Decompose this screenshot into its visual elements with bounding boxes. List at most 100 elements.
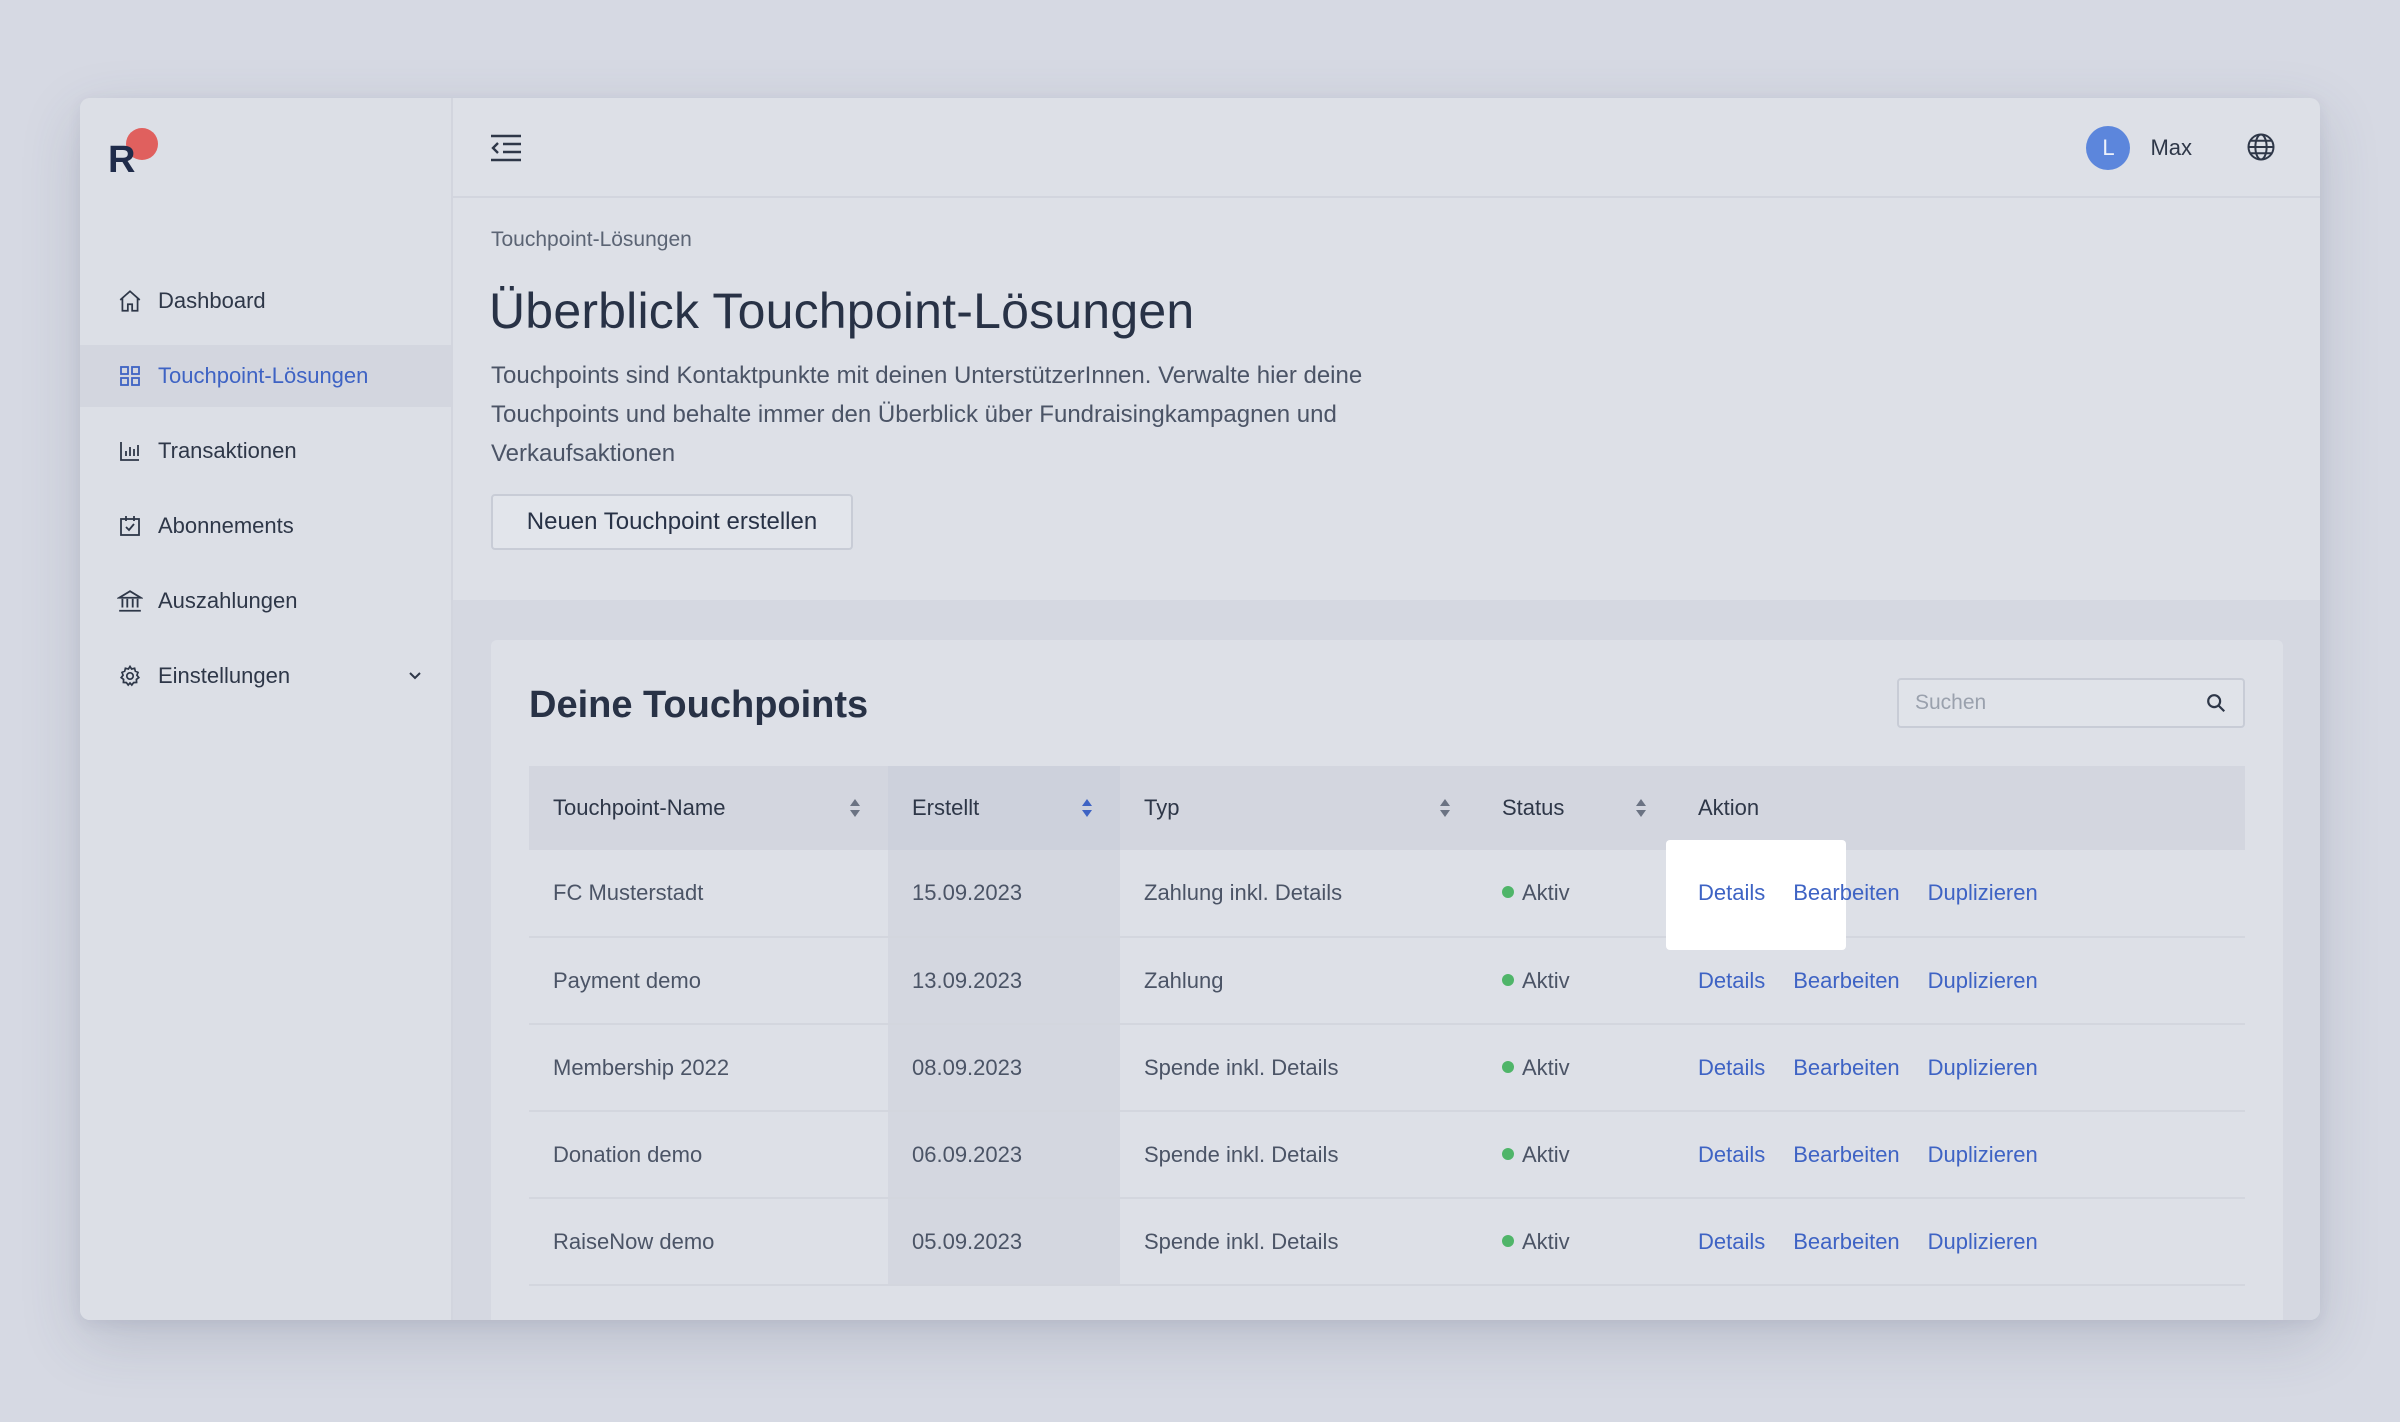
sort-icon[interactable] xyxy=(1438,796,1452,820)
cell-created: 06.09.2023 xyxy=(888,1111,1120,1199)
app-window: R Dashboard Touchpoint-Lösungen Transakt… xyxy=(80,98,2320,1320)
logo-letter: R xyxy=(108,139,135,178)
sidebar: R Dashboard Touchpoint-Lösungen Transakt… xyxy=(80,98,453,1320)
cell-name: RaiseNow demo xyxy=(529,1198,888,1286)
edit-link[interactable]: Bearbeiten xyxy=(1793,1142,1899,1167)
username[interactable]: Max xyxy=(2150,135,2192,161)
cell-created: 13.09.2023 xyxy=(888,937,1120,1025)
cell-actions: Details Bearbeiten Duplizieren xyxy=(1674,1024,2245,1112)
table-row: Donation demo 06.09.2023 Spende inkl. De… xyxy=(529,1111,2245,1199)
status-dot-icon xyxy=(1502,1147,1514,1160)
edit-link[interactable]: Bearbeiten xyxy=(1793,880,1899,905)
cell-status: Aktiv xyxy=(1478,937,1674,1025)
main-area: L Max Touchpoint-Lösungen Überblick Touc… xyxy=(453,98,2320,1320)
breadcrumb[interactable]: Touchpoint-Lösungen xyxy=(491,228,692,252)
touchpoints-table: Touchpoint-Name Erstellt Typ Status Akti… xyxy=(529,766,2245,1286)
details-link[interactable]: Details xyxy=(1698,1055,1765,1080)
sidebar-item-transaktionen[interactable]: Transaktionen xyxy=(80,420,451,482)
cell-name: Membership 2022 xyxy=(529,1024,888,1112)
cell-type: Zahlung xyxy=(1120,937,1478,1025)
table-row: RaiseNow demo 05.09.2023 Spende inkl. De… xyxy=(529,1198,2245,1286)
sidebar-item-label: Dashboard xyxy=(158,288,266,313)
create-touchpoint-button[interactable]: Neuen Touchpoint erstellen xyxy=(491,494,853,550)
search-icon[interactable] xyxy=(2205,692,2227,714)
sidebar-item-einstellungen[interactable]: Einstellungen xyxy=(80,645,451,707)
sort-icon[interactable] xyxy=(848,796,862,820)
cell-status: Aktiv xyxy=(1478,1111,1674,1199)
duplicate-link[interactable]: Duplizieren xyxy=(1928,1142,2038,1167)
cell-type: Spende inkl. Details xyxy=(1120,1111,1478,1199)
sidebar-item-label: Abonnements xyxy=(158,513,294,538)
grid-icon xyxy=(116,362,144,390)
sidebar-item-label: Auszahlungen xyxy=(158,588,298,613)
touchpoints-card: Deine Touchpoints Touchpoint-Name Erstel… xyxy=(491,640,2283,1320)
page-title: Überblick Touchpoint-Lösungen xyxy=(489,283,1195,339)
details-link[interactable]: Details xyxy=(1698,1142,1765,1167)
status-dot-icon xyxy=(1502,886,1514,899)
column-header-aktion: Aktion xyxy=(1698,795,1760,820)
cell-created: 05.09.2023 xyxy=(888,1198,1120,1286)
table-row: Payment demo 13.09.2023 Zahlung Aktiv De… xyxy=(529,937,2245,1025)
column-header-name[interactable]: Touchpoint-Name xyxy=(529,766,888,850)
sidebar-item-label: Transaktionen xyxy=(158,438,297,463)
column-header-status[interactable]: Status xyxy=(1478,766,1674,850)
cell-type: Spende inkl. Details xyxy=(1120,1024,1478,1112)
collapse-menu-icon[interactable] xyxy=(489,132,523,164)
cell-name: Payment demo xyxy=(529,937,888,1025)
calendar-check-icon xyxy=(116,512,144,540)
sidebar-item-auszahlungen[interactable]: Auszahlungen xyxy=(80,570,451,632)
sidebar-item-label: Touchpoint-Lösungen xyxy=(158,363,369,388)
edit-link[interactable]: Bearbeiten xyxy=(1793,1229,1899,1254)
globe-icon[interactable] xyxy=(2246,132,2276,162)
cell-name: FC Musterstadt xyxy=(529,850,888,938)
home-icon xyxy=(116,287,144,315)
search-input[interactable] xyxy=(1899,680,2179,726)
table-row: Membership 2022 08.09.2023 Spende inkl. … xyxy=(529,1024,2245,1112)
cell-created: 08.09.2023 xyxy=(888,1024,1120,1112)
duplicate-link[interactable]: Duplizieren xyxy=(1928,880,2038,905)
cell-actions: Details Bearbeiten Duplizieren xyxy=(1666,840,2245,950)
cell-status: Aktiv xyxy=(1478,1198,1674,1286)
edit-link[interactable]: Bearbeiten xyxy=(1793,1055,1899,1080)
sidebar-nav: Dashboard Touchpoint-Lösungen Transaktio… xyxy=(80,270,451,720)
column-header-erstellt[interactable]: Erstellt xyxy=(888,766,1120,850)
duplicate-link[interactable]: Duplizieren xyxy=(1928,968,2038,993)
details-link[interactable]: Details xyxy=(1698,1229,1765,1254)
sidebar-item-abonnements[interactable]: Abonnements xyxy=(80,495,451,557)
avatar[interactable]: L xyxy=(2086,126,2131,170)
cell-status: Aktiv xyxy=(1478,1024,1674,1112)
cell-actions: Details Bearbeiten Duplizieren xyxy=(1674,1111,2245,1199)
cell-type: Spende inkl. Details xyxy=(1120,1198,1478,1286)
search-box[interactable] xyxy=(1897,678,2245,728)
chevron-down-icon[interactable] xyxy=(405,665,425,685)
topbar: L Max xyxy=(453,98,2320,198)
table-row: FC Musterstadt 15.09.2023 Zahlung inkl. … xyxy=(529,840,2245,950)
bar-chart-icon xyxy=(116,437,144,465)
cell-name: Donation demo xyxy=(529,1111,888,1199)
card-title: Deine Touchpoints xyxy=(529,684,869,726)
sidebar-item-label: Einstellungen xyxy=(158,663,291,688)
details-link[interactable]: Details xyxy=(1698,968,1765,993)
cell-actions: Details Bearbeiten Duplizieren xyxy=(1674,1198,2245,1286)
page-description: Touchpoints sind Kontaktpunkte mit deine… xyxy=(491,362,1363,467)
duplicate-link[interactable]: Duplizieren xyxy=(1928,1229,2038,1254)
bank-icon xyxy=(116,587,144,615)
gear-icon xyxy=(116,662,144,690)
sidebar-item-dashboard[interactable]: Dashboard xyxy=(80,270,451,332)
status-dot-icon xyxy=(1502,1060,1514,1073)
cell-created: 15.09.2023 xyxy=(888,850,1120,938)
status-dot-icon xyxy=(1502,973,1514,986)
sort-active-icon[interactable] xyxy=(1080,796,1094,820)
status-dot-icon xyxy=(1502,1234,1514,1247)
logo[interactable]: R xyxy=(108,122,164,181)
sort-icon[interactable] xyxy=(1634,796,1648,820)
cell-status: Aktiv xyxy=(1478,850,1674,938)
column-header-typ[interactable]: Typ xyxy=(1120,766,1478,850)
details-link[interactable]: Details xyxy=(1698,880,1765,905)
sidebar-item-touchpoint-loesungen[interactable]: Touchpoint-Lösungen xyxy=(80,345,451,407)
edit-link[interactable]: Bearbeiten xyxy=(1793,968,1899,993)
user-menu[interactable]: L Max xyxy=(2086,126,2192,170)
cell-type: Zahlung inkl. Details xyxy=(1120,850,1478,938)
duplicate-link[interactable]: Duplizieren xyxy=(1928,1055,2038,1080)
table-header-row: Touchpoint-Name Erstellt Typ Status Akti… xyxy=(529,766,2245,850)
